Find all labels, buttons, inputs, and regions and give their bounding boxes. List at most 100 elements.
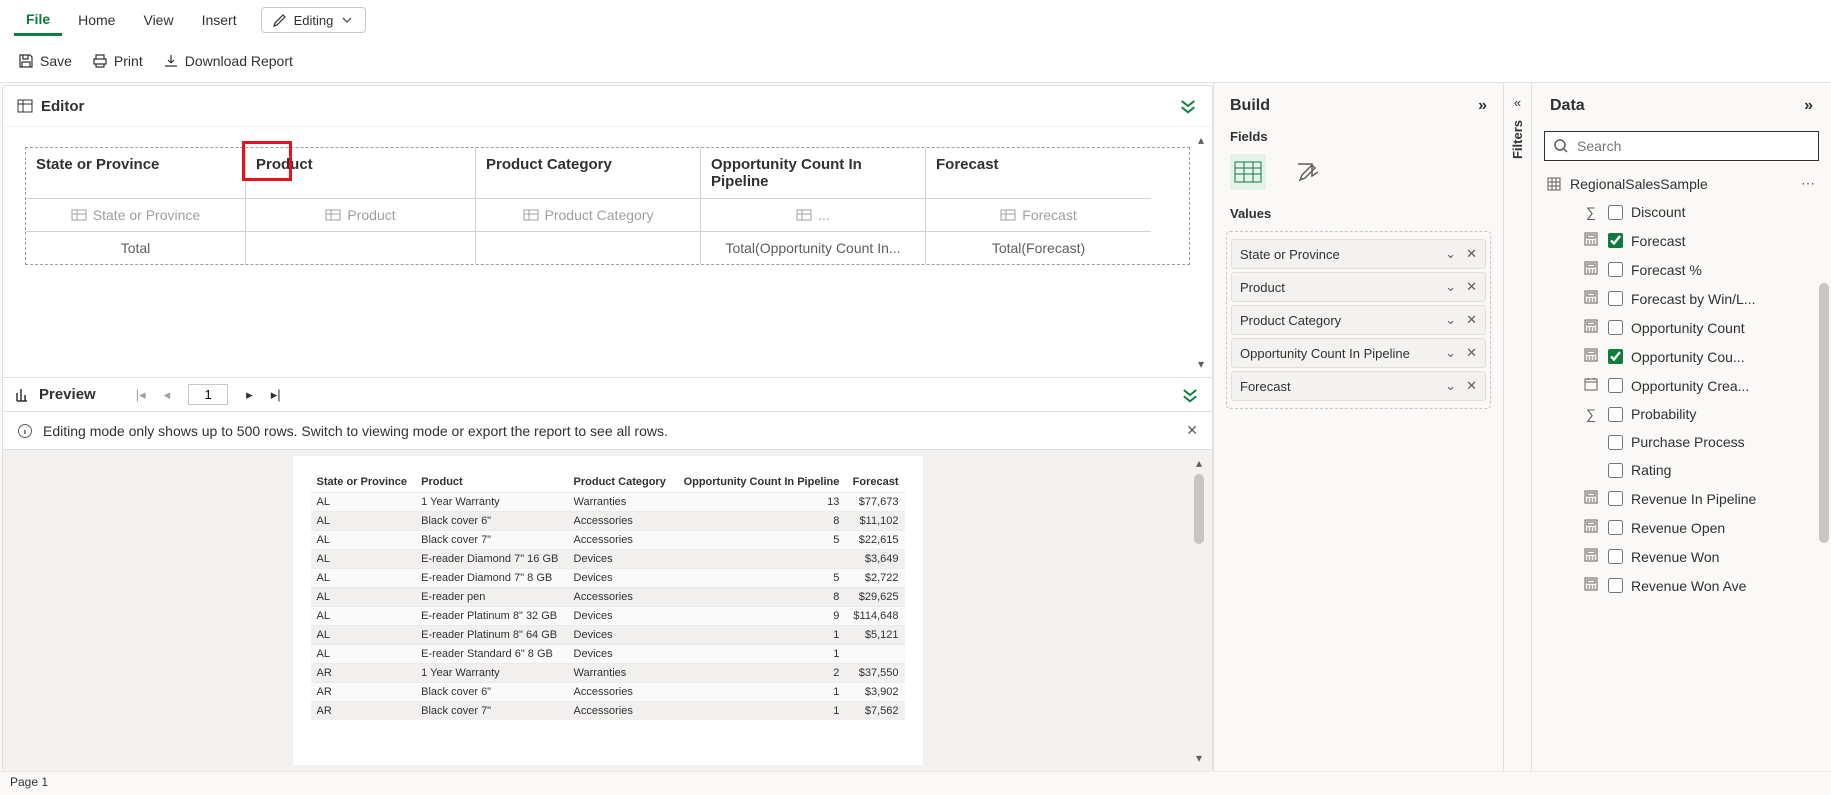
field-checkbox[interactable]	[1608, 435, 1623, 450]
value-pill[interactable]: Forecast⌄✕	[1231, 371, 1486, 401]
hdr-oppcount[interactable]: Opportunity Count In Pipeline	[701, 148, 926, 199]
chevron-down-icon[interactable]: ⌄	[1445, 279, 1456, 295]
value-pill[interactable]: Product Category⌄✕	[1231, 305, 1486, 335]
field-row[interactable]: Revenue Won	[1580, 542, 1823, 571]
field-row[interactable]: ∑Probability	[1580, 400, 1823, 428]
table-row[interactable]: ALE-reader Diamond 7" 8 GBDevices5$2,722	[311, 569, 905, 588]
remove-icon[interactable]: ✕	[1466, 378, 1477, 394]
edit-mode-icon[interactable]	[1290, 154, 1326, 190]
scroll-up-icon[interactable]: ▴	[1198, 133, 1204, 147]
field-row[interactable]: ∑Discount	[1580, 198, 1823, 226]
field-checkbox[interactable]	[1608, 262, 1623, 277]
value-pill[interactable]: Opportunity Count In Pipeline⌄✕	[1231, 338, 1486, 368]
field-checkbox[interactable]	[1608, 549, 1623, 564]
field-row[interactable]: Opportunity Count	[1580, 313, 1823, 342]
collapse-build-icon[interactable]: »	[1478, 97, 1487, 115]
field-checkbox[interactable]	[1608, 320, 1623, 335]
prev-page-icon[interactable]: ◂	[164, 387, 171, 403]
search-input[interactable]	[1577, 138, 1810, 154]
remove-icon[interactable]: ✕	[1466, 246, 1477, 262]
scroll-thumb[interactable]	[1194, 474, 1204, 544]
table-row[interactable]: ALE-reader Platinum 8" 64 GBDevices1$5,1…	[311, 626, 905, 645]
preview-scrollbar[interactable]: ▴ ▾	[1192, 456, 1206, 765]
field-checkbox[interactable]	[1608, 520, 1623, 535]
field-row[interactable]: Rating	[1580, 456, 1823, 484]
hdr-forecast[interactable]: Forecast	[926, 148, 1151, 199]
field-row[interactable]: Revenue In Pipeline	[1580, 484, 1823, 513]
ph-forecast[interactable]: Forecast	[926, 199, 1151, 232]
tab-home[interactable]: Home	[66, 6, 127, 34]
save-button[interactable]: Save	[18, 53, 72, 69]
collapse-down-icon[interactable]	[1178, 96, 1198, 116]
field-row[interactable]: Revenue Open	[1580, 513, 1823, 542]
info-close-icon[interactable]: ✕	[1186, 422, 1198, 439]
field-checkbox[interactable]	[1608, 578, 1623, 593]
value-pill[interactable]: Product⌄✕	[1231, 272, 1486, 302]
next-page-icon[interactable]: ▸	[246, 387, 253, 403]
editing-mode-button[interactable]: Editing	[261, 7, 367, 33]
download-button[interactable]: Download Report	[163, 53, 293, 69]
field-row[interactable]: Opportunity Crea...	[1580, 371, 1823, 400]
values-box[interactable]: State or Province⌄✕Product⌄✕Product Cate…	[1226, 231, 1491, 409]
field-row[interactable]: Forecast	[1580, 226, 1823, 255]
chevron-down-icon[interactable]: ⌄	[1445, 378, 1456, 394]
ph-category[interactable]: Product Category	[476, 199, 701, 232]
table-row[interactable]: AR1 Year WarrantyWarranties2$37,550	[311, 664, 905, 683]
remove-icon[interactable]: ✕	[1466, 279, 1477, 295]
ph-product[interactable]: Product	[246, 199, 476, 232]
table-row[interactable]: ALBlack cover 7"Accessories5$22,615	[311, 531, 905, 550]
page-input[interactable]	[188, 384, 228, 405]
field-row[interactable]: Opportunity Cou...	[1580, 342, 1823, 371]
tab-file[interactable]: File	[14, 5, 62, 36]
field-checkbox[interactable]	[1608, 349, 1623, 364]
collapse-preview-icon[interactable]	[1180, 385, 1200, 405]
design-table[interactable]: State or Province Product Product Catego…	[25, 147, 1190, 265]
table-mode-icon[interactable]	[1230, 154, 1266, 190]
remove-icon[interactable]: ✕	[1466, 312, 1477, 328]
ph-oppcount[interactable]: ...	[701, 199, 926, 232]
scroll-down-icon[interactable]: ▾	[1196, 751, 1202, 765]
value-pill[interactable]: State or Province⌄✕	[1231, 239, 1486, 269]
table-row[interactable]: ALE-reader Standard 6" 8 GBDevices1	[311, 645, 905, 664]
remove-icon[interactable]: ✕	[1466, 345, 1477, 361]
chevron-down-icon[interactable]: ⌄	[1445, 246, 1456, 262]
field-checkbox[interactable]	[1608, 205, 1623, 220]
dataset-more-icon[interactable]: ⋯	[1801, 175, 1817, 192]
field-row[interactable]: Purchase Process	[1580, 428, 1823, 456]
table-row[interactable]: ALE-reader Platinum 8" 32 GBDevices9$114…	[311, 607, 905, 626]
field-checkbox[interactable]	[1608, 491, 1623, 506]
field-checkbox[interactable]	[1608, 291, 1623, 306]
search-box[interactable]	[1544, 131, 1819, 161]
hdr-product[interactable]: Product	[246, 148, 476, 199]
table-row[interactable]: ALBlack cover 6"Accessories8$11,102	[311, 512, 905, 531]
field-row[interactable]: Forecast by Win/L...	[1580, 284, 1823, 313]
field-checkbox[interactable]	[1608, 463, 1623, 478]
table-row[interactable]: ALE-reader penAccessories8$29,625	[311, 588, 905, 607]
tab-view[interactable]: View	[131, 6, 185, 34]
first-page-icon[interactable]: |◂	[136, 387, 146, 403]
collapse-data-icon[interactable]: »	[1804, 97, 1813, 115]
scroll-up-icon[interactable]: ▴	[1196, 456, 1202, 470]
expand-filters-icon[interactable]: «	[1514, 95, 1521, 110]
table-row[interactable]: ARBlack cover 7"Accessories1$7,562	[311, 702, 905, 721]
editor-scrollbar[interactable]: ▴ ▾	[1194, 133, 1208, 371]
print-button[interactable]: Print	[92, 53, 143, 69]
field-row[interactable]: Revenue Won Ave	[1580, 571, 1823, 600]
field-row[interactable]: Forecast %	[1580, 255, 1823, 284]
table-row[interactable]: ALE-reader Diamond 7" 16 GBDevices$3,649	[311, 550, 905, 569]
table-row[interactable]: ARBlack cover 6"Accessories1$3,902	[311, 683, 905, 702]
dataset-row[interactable]: RegionalSalesSample ⋯	[1540, 171, 1823, 196]
filters-strip[interactable]: « Filters	[1503, 83, 1531, 772]
field-checkbox[interactable]	[1608, 233, 1623, 248]
tab-insert[interactable]: Insert	[190, 6, 249, 34]
field-checkbox[interactable]	[1608, 378, 1623, 393]
last-page-icon[interactable]: ▸|	[271, 387, 281, 403]
table-row[interactable]: AL1 Year WarrantyWarranties13$77,673	[311, 493, 905, 512]
chevron-down-icon[interactable]: ⌄	[1445, 345, 1456, 361]
field-checkbox[interactable]	[1608, 407, 1623, 422]
ph-state[interactable]: State or Province	[26, 199, 246, 232]
scroll-down-icon[interactable]: ▾	[1198, 357, 1204, 371]
hdr-category[interactable]: Product Category	[476, 148, 701, 199]
hdr-state[interactable]: State or Province	[26, 148, 246, 199]
chevron-down-icon[interactable]: ⌄	[1445, 312, 1456, 328]
